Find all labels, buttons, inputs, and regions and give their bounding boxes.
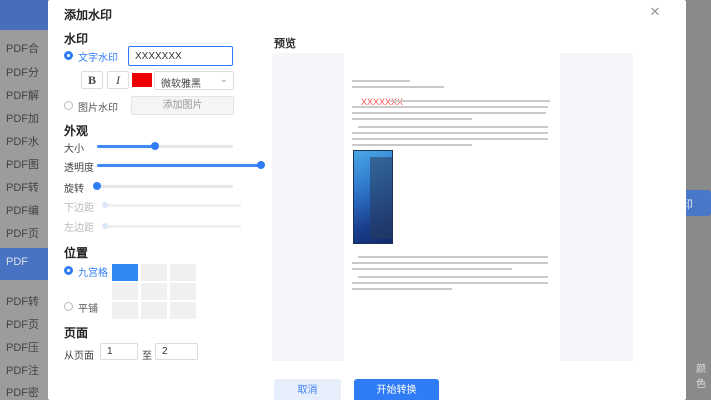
preview-text-line — [352, 132, 548, 134]
background-sidebar-item: PDF页 — [6, 319, 39, 331]
add-watermark-dialog: 添加水印 ✕ 水印 文字水印 B I 微软雅黑 ⌄ 图片水印 — [48, 0, 686, 400]
text-watermark-radio[interactable] — [64, 51, 73, 60]
position-section-title: 位置 — [64, 246, 89, 260]
grid-position-radio[interactable] — [64, 266, 73, 275]
pages-section-title: 页面 — [64, 326, 89, 340]
preview-text-line — [352, 118, 472, 120]
from-page-label: 从页面 — [64, 351, 94, 362]
left-margin-slider-handle — [102, 223, 108, 229]
italic-button[interactable]: I — [107, 71, 129, 89]
grid-position-label[interactable]: 九宫格 — [78, 264, 108, 279]
background-sidebar-item: PDF图 — [6, 159, 39, 171]
grid-cell-middle-right[interactable] — [170, 283, 196, 300]
background-sidebar-item: PDF加 — [6, 113, 39, 125]
from-page-input[interactable] — [100, 343, 138, 360]
grid-cell-middle-left[interactable] — [112, 283, 138, 300]
size-slider[interactable] — [97, 142, 233, 150]
rotation-label: 旋转 — [64, 184, 84, 195]
preview-text-line — [352, 144, 472, 146]
size-slider-handle[interactable] — [151, 142, 160, 150]
opacity-label: 透明度 — [64, 163, 94, 174]
preview-text-line — [390, 100, 550, 102]
background-sidebar-item: PDF注 — [6, 365, 39, 377]
dialog-title: 添加水印 — [64, 8, 113, 22]
tile-position-radio[interactable] — [64, 302, 73, 311]
left-margin-label: 左边距 — [64, 223, 94, 234]
opacity-slider-fill — [97, 164, 261, 167]
preview-text-line — [352, 288, 452, 290]
preview-text-line — [352, 86, 444, 88]
grid-cell-bottom-center[interactable] — [141, 302, 167, 319]
grid-cell-bottom-left[interactable] — [112, 302, 138, 319]
add-image-button[interactable]: 添加图片 — [131, 96, 234, 115]
appearance-section-title: 外观 — [64, 124, 89, 138]
background-sidebar-active-item: PDF — [0, 248, 48, 280]
preview-area: XXXXXXX — [272, 53, 633, 361]
preview-text-line — [352, 106, 548, 108]
opacity-slider-handle[interactable] — [257, 161, 265, 169]
background-sidebar-item: PDF合 — [6, 43, 39, 55]
size-label: 大小 — [64, 144, 84, 155]
grid-cell-top-right[interactable] — [170, 264, 196, 281]
preview-text-line — [352, 112, 546, 114]
background-right-text: 颜色 — [696, 364, 706, 390]
rotation-slider-handle[interactable] — [93, 182, 101, 190]
grid-cell-middle-center[interactable] — [141, 283, 167, 300]
preview-text-line — [352, 282, 548, 284]
background-sidebar-item: PDF密 — [6, 387, 39, 399]
background-sidebar-item: PDF水 — [6, 136, 39, 148]
to-page-label: 至 — [142, 351, 152, 362]
preview-title: 预览 — [274, 38, 296, 50]
background-sidebar-item: PDF解 — [6, 90, 39, 102]
cancel-button[interactable]: 取消 — [274, 379, 341, 400]
preview-text-line — [358, 126, 548, 128]
preview-text-line — [352, 138, 548, 140]
preview-text-line — [358, 256, 548, 258]
background-sidebar-item: PDF页 — [6, 228, 39, 240]
preview-text-line — [352, 262, 548, 264]
preview-text-line — [358, 276, 548, 278]
bottom-margin-slider-handle — [102, 202, 108, 208]
background-sidebar-item: PDF转 — [6, 296, 39, 308]
preview-text-line — [352, 80, 410, 82]
preview-text-line — [352, 268, 512, 270]
to-page-input[interactable] — [155, 343, 198, 360]
start-convert-button[interactable]: 开始转换 — [354, 379, 439, 400]
rotation-slider[interactable] — [93, 182, 233, 190]
font-select[interactable]: 微软雅黑 ⌄ — [154, 71, 234, 90]
bottom-margin-slider — [102, 202, 241, 208]
grid-cell-top-left[interactable] — [112, 264, 138, 281]
preview-screenshot-panel — [370, 157, 392, 239]
opacity-slider[interactable] — [97, 161, 265, 169]
text-watermark-label[interactable]: 文字水印 — [78, 49, 118, 64]
chevron-down-icon: ⌄ — [219, 74, 228, 85]
background-sidebar-item: PDF压 — [6, 342, 39, 354]
bottom-margin-label: 下边距 — [64, 203, 94, 214]
preview-screenshot-image — [353, 150, 393, 244]
image-watermark-label[interactable]: 图片水印 — [78, 99, 118, 114]
grid-cell-bottom-right[interactable] — [170, 302, 196, 319]
preview-page: XXXXXXX — [344, 53, 560, 361]
font-select-value: 微软雅黑 — [161, 79, 201, 90]
background-sidebar-item: PDF转 — [6, 182, 39, 194]
left-margin-slider — [102, 223, 241, 229]
background-sidebar-item: PDF编 — [6, 205, 39, 217]
close-icon[interactable]: ✕ — [648, 4, 662, 19]
bold-button[interactable]: B — [81, 71, 103, 89]
watermark-text-input[interactable] — [128, 46, 233, 66]
size-slider-fill — [97, 145, 156, 148]
tile-position-label[interactable]: 平铺 — [78, 300, 98, 315]
watermark-color-picker[interactable] — [132, 73, 152, 87]
watermark-section-title: 水印 — [64, 32, 89, 46]
image-watermark-radio[interactable] — [64, 101, 73, 110]
background-sidebar-header — [0, 0, 48, 30]
grid-cell-top-center[interactable] — [141, 264, 167, 281]
background-sidebar-item: PDF分 — [6, 67, 39, 79]
